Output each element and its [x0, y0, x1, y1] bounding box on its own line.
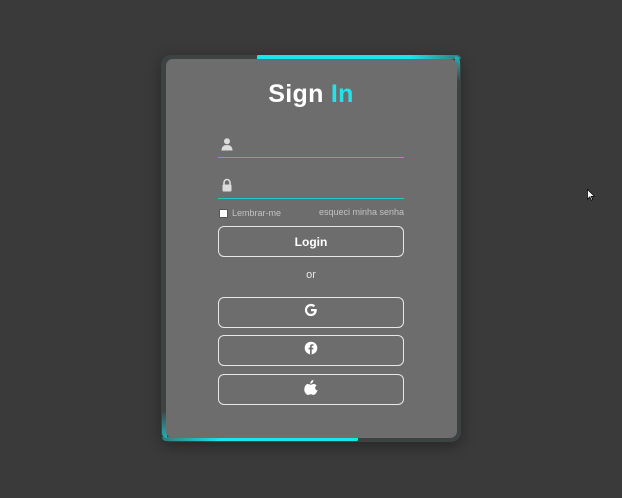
user-icon — [220, 137, 234, 151]
title-part-sign: Sign — [268, 80, 331, 108]
username-input[interactable] — [240, 135, 404, 155]
password-field[interactable] — [218, 174, 404, 199]
google-login-button[interactable] — [218, 297, 404, 328]
mouse-cursor-icon — [587, 189, 595, 201]
apple-login-button[interactable] — [218, 374, 404, 405]
remember-label: Lembrar-me — [232, 208, 282, 218]
login-button[interactable]: Login — [218, 226, 404, 257]
remember-me[interactable]: Lembrar-me — [219, 206, 281, 220]
google-icon — [304, 303, 318, 322]
page-background: Sign In Lembrar-me esqueci minha senha L… — [0, 0, 622, 498]
lock-icon — [220, 178, 234, 192]
forgot-password-link[interactable]: esqueci minha senha — [314, 207, 404, 217]
password-input[interactable] — [240, 176, 404, 196]
title-part-in: In — [330, 80, 354, 108]
or-divider: or — [306, 269, 316, 281]
apple-icon — [304, 379, 318, 400]
page-title: Sign In — [0, 80, 622, 109]
facebook-login-button[interactable] — [218, 335, 404, 366]
username-field[interactable] — [218, 133, 404, 158]
remember-checkbox[interactable] — [219, 208, 228, 218]
facebook-icon — [304, 341, 318, 360]
